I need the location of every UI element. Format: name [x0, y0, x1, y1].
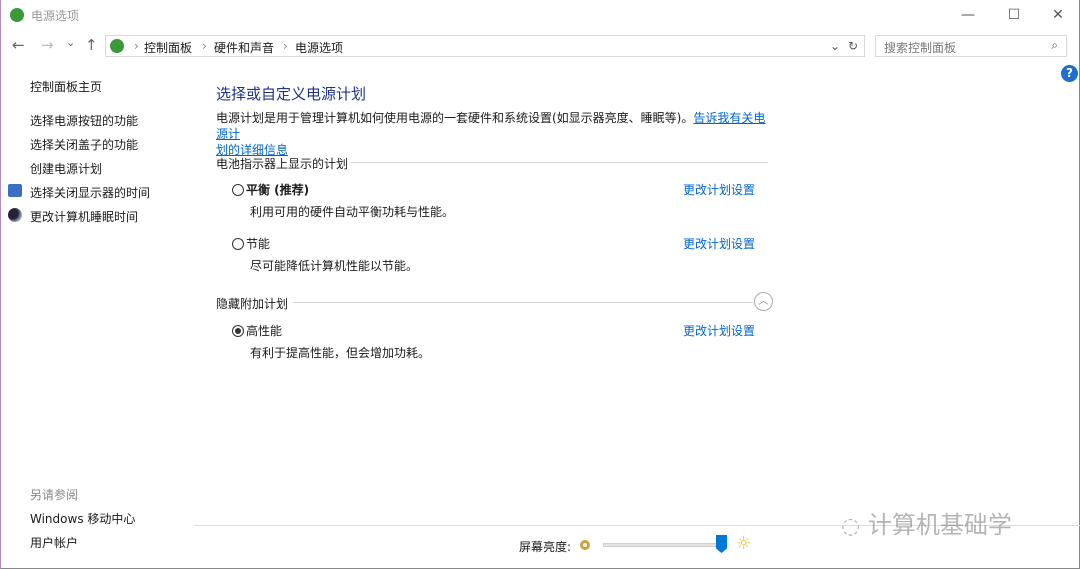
- battery-section-heading: 电池指示器上显示的计划: [216, 157, 349, 171]
- sidebar-control-panel-home[interactable]: 控制面板主页: [30, 78, 102, 95]
- sidebar-item-lid[interactable]: 选择关闭盖子的功能: [30, 136, 138, 153]
- plan-high-performance-change-link[interactable]: 更改计划设置: [683, 322, 755, 339]
- breadcrumb-power-options[interactable]: 电源选项: [295, 39, 343, 56]
- address-bar[interactable]: › 控制面板 › 硬件和声音 › 电源选项 ⌄ ↻: [105, 35, 865, 57]
- brightness-label: 屏幕亮度:: [519, 540, 572, 554]
- brightness-slider[interactable]: [603, 533, 727, 557]
- sidebar-item-display-off[interactable]: 选择关闭显示器的时间: [30, 184, 150, 201]
- plan-high-performance-desc: 有利于提高性能，但会增加功耗。: [250, 346, 431, 360]
- plan-saver-desc: 尽可能降低计算机性能以节能。: [250, 259, 419, 273]
- display-clock-icon: [8, 184, 22, 197]
- title-bar: 电源选项 — ☐ ✕: [1, 0, 1080, 30]
- plan-saver-label[interactable]: 节能: [246, 235, 270, 252]
- sidebar-windows-mobility-center[interactable]: Windows 移动中心: [30, 510, 135, 527]
- sidebar-item-create-plan[interactable]: 创建电源计划: [30, 160, 102, 177]
- refresh-button[interactable]: ↻: [848, 39, 858, 53]
- help-button[interactable]: ?: [1061, 65, 1078, 82]
- up-button[interactable]: ↑: [85, 36, 98, 54]
- search-icon[interactable]: ⌕: [1051, 38, 1058, 53]
- control-panel-icon: [110, 39, 124, 53]
- plan-balanced-change-link[interactable]: 更改计划设置: [683, 181, 755, 198]
- plan-high-performance-label[interactable]: 高性能: [246, 322, 282, 339]
- power-options-icon: [10, 8, 24, 22]
- see-also-heading: 另请参阅: [30, 488, 79, 502]
- maximize-button[interactable]: ☐: [991, 0, 1037, 30]
- breadcrumb-control-panel[interactable]: 控制面板: [144, 39, 192, 56]
- breadcrumb-hardware-sound[interactable]: 硬件和声音: [214, 39, 274, 56]
- plan-balanced-label[interactable]: 平衡 (推荐): [246, 181, 309, 198]
- close-button[interactable]: ✕: [1035, 0, 1080, 30]
- intro-text: 电源计划是用于管理计算机如何使用电源的一套硬件和系统设置(如显示器亮度、睡眠等)…: [216, 111, 766, 157]
- sidebar-user-accounts[interactable]: 用户帐户: [30, 534, 78, 551]
- plan-saver-change-link[interactable]: 更改计划设置: [683, 235, 755, 252]
- wechat-icon: ◌: [841, 514, 861, 539]
- divider: [293, 302, 753, 303]
- window-title: 电源选项: [31, 9, 80, 23]
- bright-sun-icon: ☼: [736, 534, 752, 554]
- brightness-slider-thumb[interactable]: [716, 535, 727, 553]
- recent-locations-button[interactable]: ⌄: [66, 36, 75, 49]
- plan-saver-radio[interactable]: [232, 238, 244, 250]
- back-button[interactable]: ←: [12, 36, 25, 54]
- minimize-button[interactable]: —: [945, 0, 991, 30]
- watermark: ◌ 计算机基础学: [841, 511, 1012, 539]
- hidden-section-heading: 隐藏附加计划: [216, 297, 289, 311]
- plan-balanced-desc: 利用可用的硬件自动平衡功耗与性能。: [250, 205, 455, 219]
- plan-balanced-radio[interactable]: [232, 184, 244, 196]
- plan-high-performance-radio[interactable]: [232, 325, 244, 337]
- page-title: 选择或自定义电源计划: [216, 85, 367, 103]
- sidebar-item-sleep[interactable]: 更改计算机睡眠时间: [30, 208, 138, 225]
- forward-button[interactable]: →: [41, 36, 54, 54]
- dim-brightness-icon: [580, 540, 590, 550]
- divider: [351, 162, 768, 163]
- sidebar-item-power-button[interactable]: 选择电源按钮的功能: [30, 112, 138, 129]
- collapse-chevron-up-icon[interactable]: ︿: [754, 292, 773, 311]
- sleep-moon-icon: [8, 208, 22, 222]
- address-dropdown-button[interactable]: ⌄: [830, 39, 840, 53]
- search-input[interactable]: 搜索控制面板 ⌕: [875, 35, 1067, 57]
